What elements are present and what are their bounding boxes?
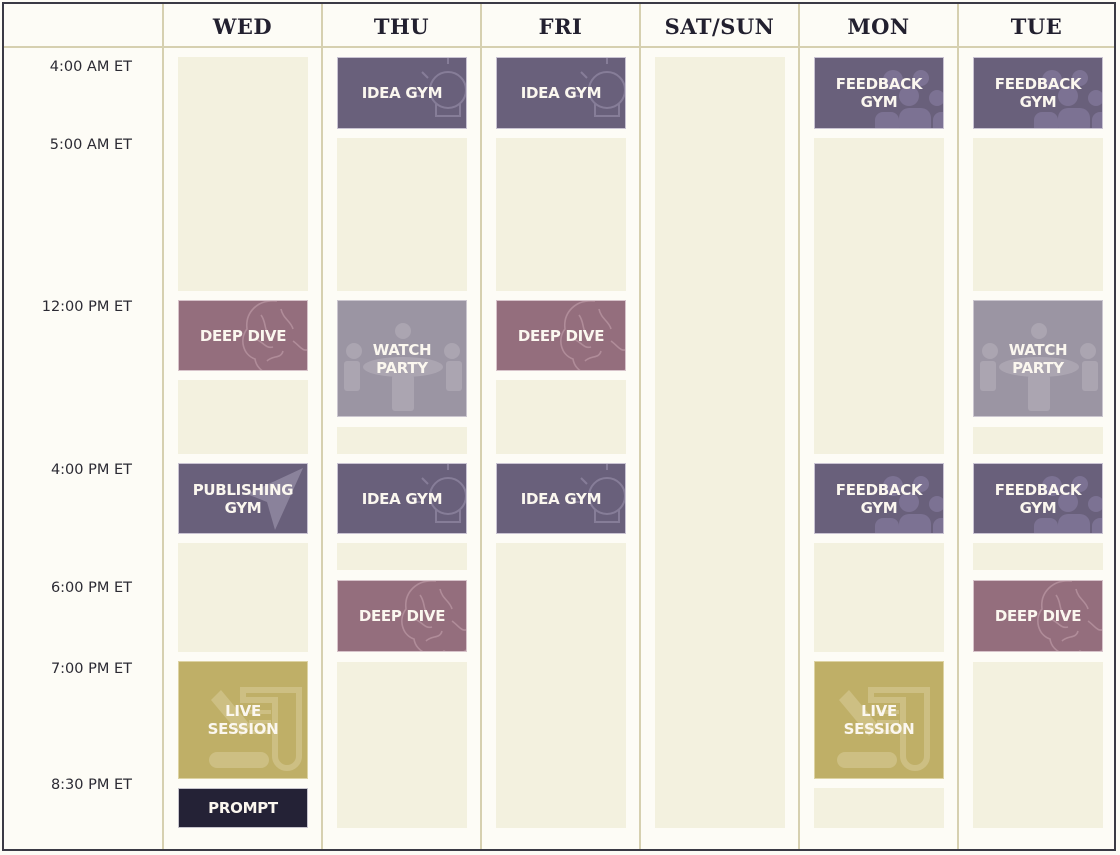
event-label: DEEP DIVE	[358, 607, 446, 625]
event-label: PROMPT	[208, 799, 278, 817]
day-header-fri: FRI	[538, 13, 583, 39]
event-label: FEEDBACK GYM	[994, 480, 1082, 517]
event-label: PUBLISHING GYM	[193, 481, 294, 517]
event-deep-dive[interactable]: DEEP DIVE	[178, 300, 308, 371]
event-label: FEEDBACK GYM	[835, 480, 923, 517]
event-feedback-gym[interactable]: FEEDBACK GYM	[973, 463, 1103, 534]
event-feedback-gym[interactable]: FEEDBACK GYM	[814, 463, 944, 534]
column-divider	[798, 4, 800, 849]
time-label-6pm: 6:00 PM ET	[50, 580, 132, 596]
event-label-line: LIVE	[225, 702, 261, 720]
time-label-12pm: 12:00 PM ET	[41, 299, 132, 315]
event-label: IDEA GYM	[520, 489, 602, 508]
empty-slot	[337, 138, 467, 291]
event-live-session[interactable]: LIVE SESSION	[178, 661, 308, 779]
event-label-line: SESSION	[207, 720, 279, 738]
column-divider	[480, 4, 482, 849]
event-live-session[interactable]: LIVE SESSION	[814, 661, 944, 779]
column-divider	[321, 4, 323, 849]
event-label-line: PARTY	[376, 358, 428, 377]
empty-slot	[973, 138, 1103, 291]
schedule-grid: WED THU FRI SAT/SUN MON TUE 4:00 AM ET 5…	[2, 2, 1116, 851]
event-label: WATCH PARTY	[1009, 341, 1068, 377]
empty-slot	[337, 662, 467, 828]
column-divider	[162, 4, 164, 849]
event-label-line: WATCH	[372, 340, 432, 359]
empty-slot	[814, 788, 944, 828]
event-idea-gym[interactable]: IDEA GYM	[496, 463, 626, 534]
empty-slot	[496, 380, 626, 454]
event-label-line: GYM	[1019, 498, 1057, 517]
event-idea-gym[interactable]: IDEA GYM	[337, 57, 467, 129]
day-header-wed: WED	[212, 13, 273, 39]
day-header-tue: TUE	[1010, 13, 1063, 39]
empty-slot	[973, 543, 1103, 570]
event-label-line: GYM	[860, 93, 898, 111]
empty-slot	[337, 427, 467, 454]
column-divider	[639, 4, 641, 849]
event-prompt[interactable]: PROMPT	[178, 788, 308, 828]
event-watch-party[interactable]: WATCH PARTY	[337, 300, 467, 417]
event-idea-gym[interactable]: IDEA GYM	[337, 463, 467, 534]
event-label-line: GYM	[224, 498, 262, 517]
column-divider	[957, 4, 959, 849]
time-label-7pm: 7:00 PM ET	[50, 661, 132, 677]
event-label-line: GYM	[1019, 93, 1057, 111]
event-label-line: FEEDBACK	[994, 480, 1082, 499]
day-header-sat-sun: SAT/SUN	[664, 13, 775, 39]
event-publishing-gym[interactable]: PUBLISHING GYM	[178, 463, 308, 534]
day-header-mon: MON	[847, 13, 910, 39]
empty-slot	[178, 543, 308, 652]
event-label-line: LIVE	[861, 702, 897, 720]
empty-slot	[814, 543, 944, 652]
event-label: IDEA GYM	[361, 84, 443, 102]
event-label-line: WATCH	[1008, 340, 1068, 359]
time-label-5am: 5:00 AM ET	[49, 137, 132, 153]
event-label: IDEA GYM	[361, 489, 443, 508]
event-label: LIVE SESSION	[208, 702, 279, 738]
day-header-thu: THU	[373, 13, 430, 39]
event-label: LIVE SESSION	[844, 702, 915, 738]
event-feedback-gym[interactable]: FEEDBACK GYM	[814, 57, 944, 129]
empty-slot	[337, 543, 467, 570]
empty-slot	[178, 57, 308, 291]
event-feedback-gym[interactable]: FEEDBACK GYM	[973, 57, 1103, 129]
event-deep-dive[interactable]: DEEP DIVE	[337, 580, 467, 652]
empty-slot	[496, 543, 626, 828]
time-label-4pm: 4:00 PM ET	[50, 462, 132, 478]
empty-slot	[496, 138, 626, 291]
empty-slot	[973, 427, 1103, 454]
event-label: FEEDBACK GYM	[994, 75, 1082, 111]
event-label-line: FEEDBACK	[835, 75, 923, 93]
event-label: DEEP DIVE	[517, 326, 605, 345]
event-label-line: FEEDBACK	[994, 75, 1082, 93]
event-idea-gym[interactable]: IDEA GYM	[496, 57, 626, 129]
empty-slot	[814, 138, 944, 454]
event-label: DEEP DIVE	[199, 326, 287, 345]
empty-slot	[655, 57, 785, 828]
event-watch-party[interactable]: WATCH PARTY	[973, 300, 1103, 417]
time-label-4am: 4:00 AM ET	[49, 59, 132, 75]
event-label-line: PARTY	[1012, 358, 1064, 377]
event-label-line: GYM	[860, 498, 898, 517]
event-label: FEEDBACK GYM	[835, 75, 923, 111]
event-deep-dive[interactable]: DEEP DIVE	[973, 580, 1103, 652]
empty-slot	[973, 662, 1103, 828]
event-label-line: SESSION	[843, 720, 915, 738]
event-deep-dive[interactable]: DEEP DIVE	[496, 300, 626, 371]
event-label: WATCH PARTY	[373, 341, 432, 377]
event-label: DEEP DIVE	[994, 607, 1082, 625]
event-label: IDEA GYM	[520, 84, 602, 102]
event-label-line: PUBLISHING	[192, 480, 294, 499]
empty-slot	[178, 380, 308, 454]
time-label-830pm: 8:30 PM ET	[50, 777, 132, 793]
event-label-line: FEEDBACK	[835, 480, 923, 499]
